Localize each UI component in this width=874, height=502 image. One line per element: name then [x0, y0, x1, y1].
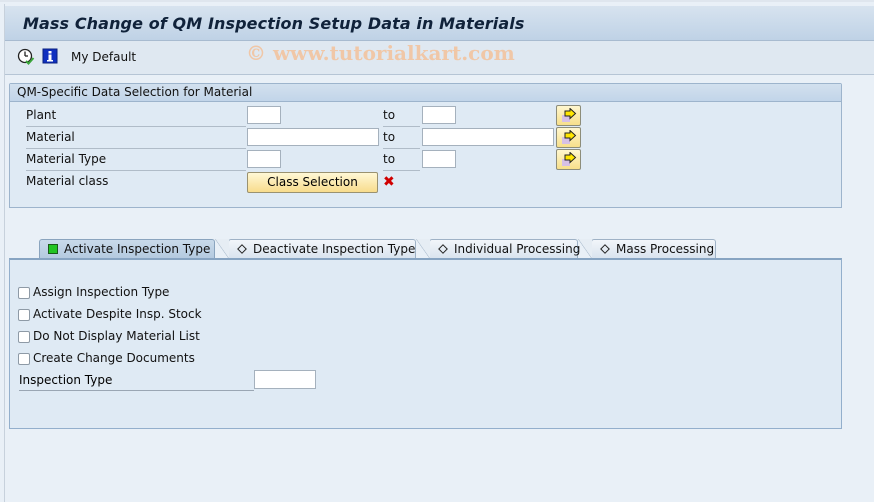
plant-label: Plant — [26, 108, 246, 127]
top-border — [0, 0, 874, 2]
to-label: to — [383, 108, 420, 127]
info-icon[interactable] — [42, 48, 60, 66]
tab-deactivate-inspection-type[interactable]: Deactivate Inspection Type — [215, 239, 416, 259]
checkbox-label[interactable]: Create Change Documents — [33, 351, 195, 365]
no-material-list-checkbox[interactable] — [18, 331, 30, 343]
material-type-from-input[interactable] — [247, 150, 281, 168]
to-label: to — [383, 130, 420, 149]
material-type-row: Material Type to — [10, 149, 610, 171]
plant-multiple-selection-button[interactable] — [556, 105, 581, 126]
tab-individual-processing[interactable]: Individual Processing — [416, 239, 581, 259]
my-default-variant-button[interactable]: My Default — [71, 50, 136, 64]
material-row: Material to — [10, 127, 610, 149]
selection-group: QM-Specific Data Selection for Material … — [9, 83, 842, 208]
page-title: Mass Change of QM Inspection Setup Data … — [23, 14, 525, 33]
assign-inspection-type-checkbox[interactable] — [18, 287, 30, 299]
arrow-right-icon — [562, 152, 577, 166]
clock-execute-icon[interactable] — [17, 48, 35, 66]
activate-despite-stock-checkbox[interactable] — [18, 309, 30, 321]
tab-label: Mass Processing — [616, 242, 715, 256]
inspection-type-label: Inspection Type — [19, 373, 254, 391]
left-border — [4, 4, 5, 502]
class-selection-button[interactable]: Class Selection — [247, 172, 378, 193]
material-type-label: Material Type — [26, 152, 246, 171]
material-class-row: Material class Class Selection ✖ — [10, 171, 610, 193]
to-label: to — [383, 152, 420, 171]
create-change-documents-checkbox[interactable] — [18, 353, 30, 365]
watermark: © www.tutorialkart.com — [246, 41, 515, 65]
material-type-to-input[interactable] — [422, 150, 456, 168]
tab-label: Activate Inspection Type — [64, 242, 211, 256]
plant-from-input[interactable] — [247, 106, 281, 124]
arrow-right-icon — [562, 130, 577, 144]
tab-activate-inspection-type[interactable]: Activate Inspection Type — [39, 239, 215, 259]
group-title: QM-Specific Data Selection for Material — [10, 84, 841, 102]
checkbox-label[interactable]: Do Not Display Material List — [33, 329, 200, 343]
tab-panel-activate: Assign Inspection Type Activate Despite … — [9, 258, 842, 429]
tab-label: Deactivate Inspection Type — [253, 242, 416, 256]
tab-label: Individual Processing — [454, 242, 581, 256]
material-multiple-selection-button[interactable] — [556, 127, 581, 148]
tab-mass-processing[interactable]: Mass Processing — [578, 239, 716, 259]
material-from-input[interactable] — [247, 128, 379, 146]
plant-row: Plant to — [10, 105, 610, 127]
material-label: Material — [26, 130, 246, 149]
material-type-multiple-selection-button[interactable] — [556, 149, 581, 170]
material-class-label: Material class — [26, 174, 109, 188]
inspection-type-input[interactable] — [254, 370, 316, 389]
plant-to-input[interactable] — [422, 106, 456, 124]
arrow-right-icon — [562, 108, 577, 122]
title-bar: Mass Change of QM Inspection Setup Data … — [5, 6, 874, 41]
checkbox-label[interactable]: Activate Despite Insp. Stock — [33, 307, 202, 321]
red-x-icon: ✖ — [383, 174, 395, 190]
checkbox-label[interactable]: Assign Inspection Type — [33, 285, 169, 299]
material-to-input[interactable] — [422, 128, 554, 146]
